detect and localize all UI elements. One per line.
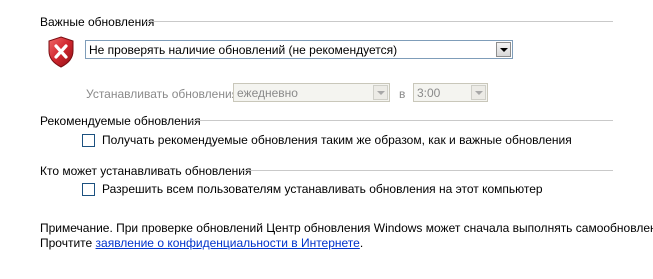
time-value: 3:00 [417, 85, 441, 100]
shield-error-icon [48, 36, 74, 68]
section-title-who-can-install: Кто может устанавливать обновления [40, 164, 252, 178]
chevron-down-icon[interactable] [471, 85, 486, 100]
section-divider [242, 170, 613, 171]
time-at-label: в [399, 87, 406, 101]
note-text: Примечание. При проверке обновлений Цент… [40, 221, 653, 235]
chevron-down-icon[interactable] [373, 85, 388, 100]
chevron-down-icon[interactable] [496, 42, 511, 57]
section-title-important: Важные обновления [40, 15, 155, 29]
recommended-updates-option[interactable]: Получать рекомендуемые обновления таким … [82, 133, 572, 147]
allow-all-users-option[interactable]: Разрешить всем пользователям устанавлива… [82, 182, 543, 196]
allow-all-users-checkbox[interactable] [82, 182, 95, 196]
recommended-updates-label[interactable]: Получать рекомендуемые обновления таким … [102, 133, 572, 147]
allow-all-users-label[interactable]: Разрешить всем пользователям устанавлива… [102, 182, 543, 196]
privacy-note-prefix: Прочтите [40, 236, 96, 250]
install-schedule-label: Устанавливать обновления: [86, 87, 242, 101]
update-mode-dropdown[interactable]: Не проверять наличие обновлений (не реко… [85, 40, 513, 59]
section-divider [190, 120, 613, 121]
section-divider [146, 21, 613, 22]
recommended-updates-checkbox[interactable] [82, 133, 95, 147]
privacy-note-suffix: . [359, 236, 364, 250]
privacy-note: Прочтите заявление о конфиденциальности … [40, 236, 363, 251]
frequency-value: ежедневно [237, 85, 298, 100]
section-title-recommended: Рекомендуемые обновления [40, 114, 201, 128]
frequency-dropdown[interactable]: ежедневно [233, 83, 390, 102]
time-dropdown[interactable]: 3:00 [413, 83, 488, 102]
privacy-statement-link[interactable]: заявление о конфиденциальности в Интерне… [96, 236, 360, 250]
update-mode-value: Не проверять наличие обновлений (не реко… [89, 42, 398, 57]
